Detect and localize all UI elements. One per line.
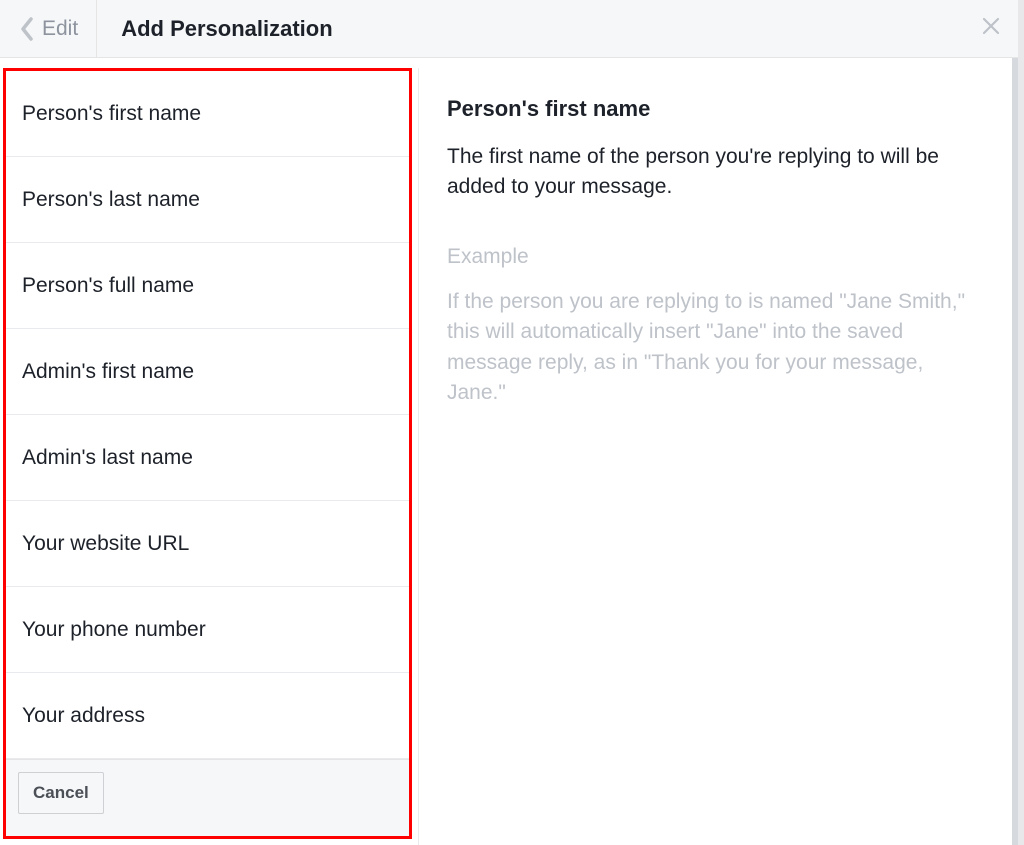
options-highlight-box: Person's first name Person's last name P… (3, 68, 412, 839)
detail-description: The first name of the person you're repl… (447, 142, 980, 203)
dialog-title: Add Personalization (97, 16, 332, 42)
option-persons-first-name[interactable]: Person's first name (6, 71, 409, 157)
option-admins-first-name[interactable]: Admin's first name (6, 329, 409, 415)
option-persons-last-name[interactable]: Person's last name (6, 157, 409, 243)
dialog-body: Person's first name Person's last name P… (0, 58, 1018, 845)
detail-title: Person's first name (447, 96, 980, 122)
close-icon (981, 16, 1001, 41)
footer-area: Cancel (6, 759, 409, 836)
detail-panel: Person's first name The first name of th… (418, 68, 1018, 845)
option-persons-full-name[interactable]: Person's full name (6, 243, 409, 329)
option-label: Admin's first name (22, 360, 194, 384)
option-label: Your website URL (22, 532, 189, 556)
back-label: Edit (42, 17, 78, 41)
example-label: Example (447, 245, 980, 269)
option-your-website-url[interactable]: Your website URL (6, 501, 409, 587)
cancel-button[interactable]: Cancel (18, 772, 104, 814)
option-your-address[interactable]: Your address (6, 673, 409, 759)
back-button[interactable]: Edit (0, 0, 97, 57)
option-label: Admin's last name (22, 446, 193, 470)
chevron-left-icon (20, 17, 34, 41)
option-label: Your phone number (22, 618, 206, 642)
option-label: Person's first name (22, 102, 201, 126)
options-list: Person's first name Person's last name P… (6, 71, 409, 759)
close-button[interactable] (978, 16, 1004, 42)
option-admins-last-name[interactable]: Admin's last name (6, 415, 409, 501)
personalization-dialog: Edit Add Personalization Person's first … (0, 0, 1018, 845)
dialog-header: Edit Add Personalization (0, 0, 1018, 58)
option-your-phone-number[interactable]: Your phone number (6, 587, 409, 673)
option-label: Person's last name (22, 188, 200, 212)
left-panel: Person's first name Person's last name P… (0, 58, 418, 845)
option-label: Your address (22, 704, 145, 728)
option-label: Person's full name (22, 274, 194, 298)
example-text: If the person you are replying to is nam… (447, 287, 980, 409)
